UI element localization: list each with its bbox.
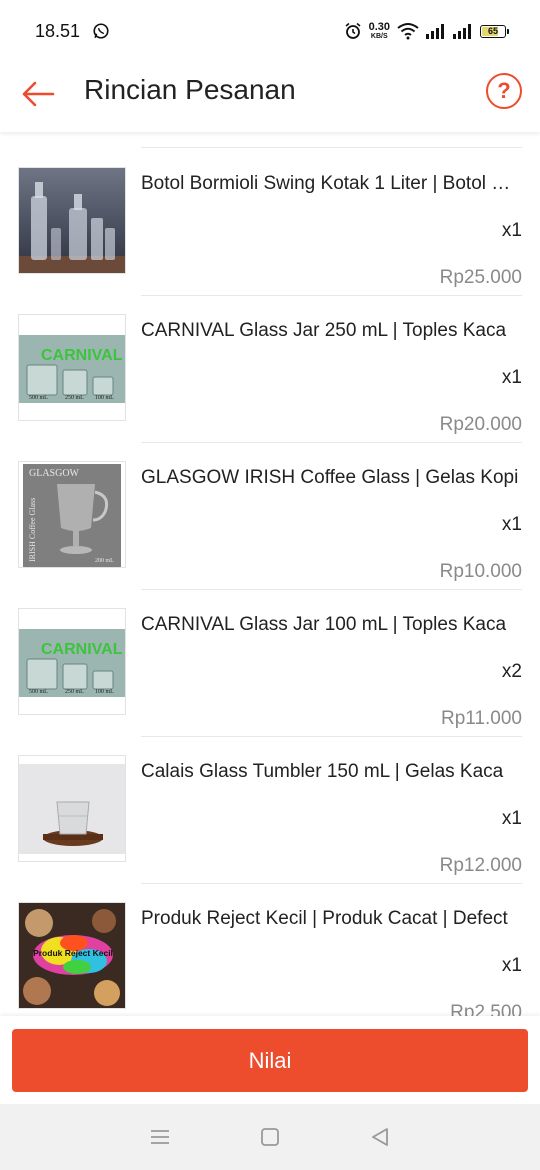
coffee-glass-image: GLASGOW IRISH Coffee Glass 200 mL — [19, 462, 125, 567]
net-speed-unit: KB/S — [370, 33, 388, 40]
item-quantity: x2 — [501, 661, 522, 682]
item-quantity: x1 — [501, 220, 522, 241]
item-price: Rp10.000 — [439, 561, 522, 582]
battery-level: 65 — [487, 26, 498, 36]
item-name: CARNIVAL Glass Jar 250 mL | Toples Kaca — [141, 320, 507, 341]
thumb-size-label: 500 mL — [29, 395, 48, 401]
thumb-volume-text: 200 mL — [95, 558, 114, 564]
back-triangle-icon — [372, 1128, 388, 1146]
order-item[interactable]: Calais Glass Tumbler 150 mL | Gelas Kaca… — [0, 736, 540, 883]
system-back-button[interactable] — [360, 1117, 400, 1157]
divider — [141, 442, 522, 443]
thumb-size-label: 250 mL — [65, 689, 84, 695]
reject-product-image: Produk Reject Kecil — [19, 903, 125, 1008]
page-title: Rincian Pesanan — [84, 74, 296, 105]
glass-jar-image: CARNIVAL 500 mL 250 mL 100 mL — [19, 609, 125, 714]
product-thumbnail: GLASGOW IRISH Coffee Glass 200 mL — [18, 461, 126, 568]
help-button[interactable]: ? — [486, 73, 522, 109]
item-name: CARNIVAL Glass Jar 100 mL | Toples Kaca — [141, 614, 507, 635]
item-name: Produk Reject Kecil | Produk Cacat | Def… — [141, 908, 508, 929]
glass-jar-image: CARNIVAL 500 mL 250 mL 100 mL — [19, 315, 125, 420]
help-icon: ? — [497, 78, 511, 103]
wifi-icon — [397, 23, 419, 40]
product-thumbnail — [18, 755, 126, 862]
app-header: Rincian Pesanan ? — [0, 62, 540, 132]
thumb-brand-text: CARNIVAL — [41, 641, 123, 658]
item-name: Calais Glass Tumbler 150 mL | Gelas Kaca — [141, 761, 504, 782]
product-thumbnail: Produk Reject Kecil — [18, 902, 126, 1009]
net-speed: 0.30 KB/S — [368, 21, 390, 41]
signal-icon — [453, 24, 471, 39]
signal-icon — [426, 24, 444, 39]
item-quantity: x1 — [501, 514, 522, 535]
status-bar: 18.51 0.30 KB/S 65 — [0, 0, 540, 62]
arrow-left-icon — [22, 81, 55, 107]
alarm-icon — [345, 22, 361, 39]
thumb-size-label: 500 mL — [29, 689, 48, 695]
item-price: Rp2.500 — [450, 1002, 522, 1016]
item-name: GLASGOW IRISH Coffee Glass | Gelas Kopi — [141, 467, 519, 488]
home-square-icon — [261, 1128, 279, 1146]
order-item[interactable]: Produk Reject Kecil Produk Reject Kecil … — [0, 883, 540, 1016]
divider — [141, 295, 522, 296]
system-nav-bar — [0, 1104, 540, 1170]
status-time: 18.51 — [35, 20, 81, 41]
product-thumbnail: CARNIVAL 500 mL 250 mL 100 mL — [18, 314, 126, 421]
thumb-size-label: 250 mL — [65, 395, 84, 401]
order-item[interactable]: CARNIVAL 500 mL 250 mL 100 mL CARNIVAL G… — [0, 589, 540, 736]
net-speed-value: 0.30 — [368, 21, 390, 33]
rate-button[interactable]: Nilai — [12, 1029, 528, 1092]
item-quantity: x1 — [501, 808, 522, 829]
tumbler-image — [19, 756, 125, 861]
back-button[interactable] — [18, 74, 58, 114]
thumb-brand-text: CARNIVAL — [41, 347, 123, 364]
footer-bar: Nilai — [0, 1016, 540, 1104]
order-item[interactable]: Botol Bormioli Swing Kotak 1 Liter | Bot… — [0, 148, 540, 295]
menu-button[interactable] — [140, 1117, 180, 1157]
thumb-side-text: IRISH Coffee Glass — [28, 498, 37, 562]
whatsapp-icon — [93, 23, 109, 39]
divider — [141, 883, 522, 884]
product-thumbnail: CARNIVAL 500 mL 250 mL 100 mL — [18, 608, 126, 715]
bottle-image — [19, 168, 125, 273]
divider — [141, 736, 522, 737]
item-price: Rp25.000 — [439, 267, 522, 288]
order-item[interactable]: GLASGOW IRISH Coffee Glass 200 mL GLASGO… — [0, 442, 540, 589]
home-button[interactable] — [250, 1117, 290, 1157]
item-price: Rp20.000 — [439, 414, 522, 435]
order-item-list[interactable]: Botol Bormioli Swing Kotak 1 Liter | Bot… — [0, 132, 540, 1016]
item-price: Rp12.000 — [439, 855, 522, 876]
order-item[interactable]: CARNIVAL 500 mL 250 mL 100 mL CARNIVAL G… — [0, 295, 540, 442]
thumb-brand-text: GLASGOW — [29, 468, 80, 479]
thumb-size-label: 100 mL — [95, 689, 114, 695]
item-quantity: x1 — [501, 955, 522, 976]
status-icons: 0.30 KB/S 65 — [344, 21, 509, 41]
thumb-reject-text: Produk Reject Kecil — [33, 948, 113, 958]
product-thumbnail — [18, 167, 126, 274]
battery-icon: 65 — [480, 24, 509, 38]
thumb-size-label: 100 mL — [95, 395, 114, 401]
divider — [141, 589, 522, 590]
item-quantity: x1 — [501, 367, 522, 388]
item-name: Botol Bormioli Swing Kotak 1 Liter | Bot… — [141, 173, 522, 194]
item-price: Rp11.000 — [441, 708, 522, 729]
menu-icon — [151, 1130, 169, 1144]
